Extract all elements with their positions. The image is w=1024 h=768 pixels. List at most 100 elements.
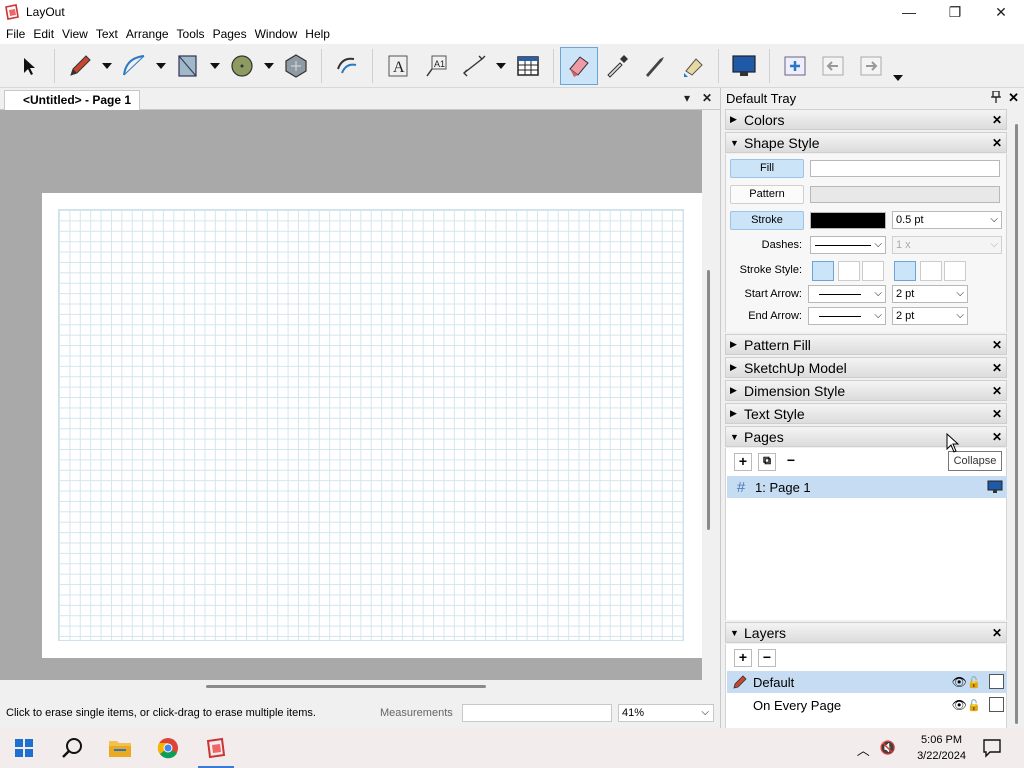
tab-list-dropdown[interactable]: ▾ — [684, 91, 690, 105]
cap-round-button[interactable] — [920, 261, 942, 281]
zoom-select[interactable]: 41% ⌵ — [618, 704, 714, 722]
panel-layers[interactable]: ▼ Layers ✕ — [725, 622, 1007, 643]
menu-tools[interactable]: Tools — [173, 24, 209, 44]
select-tool-button[interactable] — [10, 47, 48, 85]
chrome-button[interactable] — [144, 728, 192, 768]
menu-pages[interactable]: Pages — [209, 24, 251, 44]
panel-dimension-style[interactable]: ▶ Dimension Style ✕ — [725, 380, 1007, 401]
notifications-button[interactable] — [982, 738, 1002, 761]
eraser-tool-button[interactable] — [560, 46, 598, 85]
measurements-input[interactable] — [462, 704, 612, 722]
close-button[interactable]: ✕ — [978, 0, 1024, 24]
close-panel-layers[interactable]: ✕ — [992, 626, 1002, 640]
text-tool-button[interactable]: A — [379, 47, 417, 85]
rectangle-tool-dropdown[interactable] — [207, 47, 223, 85]
add-page-icon-button[interactable]: + — [734, 453, 752, 471]
eyedropper-tool-button[interactable] — [598, 47, 636, 85]
layout-taskbar-button[interactable] — [192, 728, 240, 768]
unlock-icon[interactable]: 🔓 — [967, 676, 981, 689]
stroke-color-swatch[interactable] — [810, 212, 886, 229]
eye-icon[interactable]: 👁 — [952, 675, 967, 689]
layer-list-item[interactable]: Default 👁 🔓 — [727, 671, 1007, 693]
join-bevel-button[interactable] — [862, 261, 884, 281]
drawing-canvas[interactable] — [0, 110, 708, 680]
cap-square-button[interactable] — [944, 261, 966, 281]
join-round-button[interactable] — [838, 261, 860, 281]
delete-page-button[interactable]: − — [782, 453, 800, 471]
panel-pages[interactable]: ▼ Pages ✕ — [725, 426, 1007, 447]
table-tool-button[interactable] — [509, 47, 547, 85]
fill-color-swatch[interactable] — [810, 160, 1000, 177]
tray-scrollbar[interactable] — [1011, 114, 1023, 724]
pattern-toggle-button[interactable]: Pattern — [730, 185, 804, 204]
stroke-width-select[interactable]: 0.5 pt ⌵ — [892, 211, 1002, 229]
layer-list-item[interactable]: On Every Page 👁 🔓 — [727, 694, 1007, 716]
dimension-tool-button[interactable] — [455, 47, 493, 85]
next-page-button[interactable] — [852, 47, 890, 85]
circle-tool-dropdown[interactable] — [261, 47, 277, 85]
panel-sketchup-model[interactable]: ▶ SketchUp Model ✕ — [725, 357, 1007, 378]
dash-scale-select[interactable]: 1 x ⌵ — [892, 236, 1002, 254]
panel-colors[interactable]: ▶ Colors ✕ — [725, 109, 1007, 130]
volume-muted-icon[interactable]: 🔇 — [880, 740, 896, 759]
menu-arrange[interactable]: Arrange — [122, 24, 173, 44]
menu-view[interactable]: View — [58, 24, 92, 44]
close-panel-text-style[interactable]: ✕ — [992, 407, 1002, 421]
canvas-horizontal-scrollbar[interactable] — [0, 680, 708, 694]
stroke-toggle-button[interactable]: Stroke — [730, 211, 804, 230]
clock[interactable]: 5:06 PM 3/22/2024 — [917, 732, 966, 764]
end-arrow-select[interactable]: ⌵ — [808, 307, 886, 325]
toolbar-overflow-dropdown[interactable] — [890, 47, 906, 85]
start-arrow-select[interactable]: ⌵ — [808, 285, 886, 303]
page-paper[interactable] — [42, 193, 708, 658]
menu-help[interactable]: Help — [301, 24, 334, 44]
panel-pattern-fill[interactable]: ▶ Pattern Fill ✕ — [725, 334, 1007, 355]
label-tool-button[interactable]: A1 — [417, 47, 455, 85]
scrollbar-thumb[interactable] — [1015, 124, 1018, 724]
page-icon[interactable] — [989, 674, 1004, 689]
close-panel-pattern-fill[interactable]: ✕ — [992, 338, 1002, 352]
fill-toggle-button[interactable]: Fill — [730, 159, 804, 178]
menu-window[interactable]: Window — [251, 24, 302, 44]
duplicate-page-button[interactable]: ⧉ — [758, 453, 776, 471]
minimize-button[interactable]: — — [886, 0, 932, 24]
start-button[interactable] — [0, 728, 48, 768]
arc-tool-dropdown[interactable] — [153, 47, 169, 85]
cap-flat-button[interactable] — [894, 261, 916, 281]
dashes-select[interactable]: ⌵ — [810, 236, 886, 254]
join-miter-button[interactable] — [812, 261, 834, 281]
dimension-tool-dropdown[interactable] — [493, 47, 509, 85]
presentation-monitor-icon[interactable] — [987, 480, 1003, 494]
page-list-item[interactable]: # 1: Page 1 — [727, 476, 1007, 498]
close-panel-dimension-style[interactable]: ✕ — [992, 384, 1002, 398]
canvas-vertical-scrollbar[interactable] — [702, 110, 716, 680]
close-panel-pages[interactable]: ✕ — [992, 430, 1002, 444]
close-document-button[interactable]: ✕ — [702, 91, 712, 105]
scrollbar-thumb[interactable] — [707, 270, 710, 530]
menu-edit[interactable]: Edit — [29, 24, 58, 44]
add-layer-button[interactable]: + — [734, 649, 752, 667]
shared-pages-icon[interactable] — [989, 697, 1004, 712]
circle-tool-button[interactable] — [223, 47, 261, 85]
search-button[interactable] — [48, 728, 96, 768]
previous-page-button[interactable] — [814, 47, 852, 85]
add-page-button[interactable] — [776, 47, 814, 85]
scrollbar-thumb[interactable] — [206, 685, 486, 688]
menu-file[interactable]: File — [2, 24, 29, 44]
rectangle-tool-button[interactable] — [169, 47, 207, 85]
close-panel-colors[interactable]: ✕ — [992, 113, 1002, 127]
close-panel-sketchup-model[interactable]: ✕ — [992, 361, 1002, 375]
line-tool-dropdown[interactable] — [99, 47, 115, 85]
pin-icon[interactable] — [991, 89, 1001, 106]
offset-tool-button[interactable] — [328, 47, 366, 85]
close-panel-shape-style[interactable]: ✕ — [992, 136, 1002, 150]
panel-text-style[interactable]: ▶ Text Style ✕ — [725, 403, 1007, 424]
presentation-button[interactable] — [725, 47, 763, 85]
polygon-tool-button[interactable] — [277, 47, 315, 85]
eye-icon[interactable]: 👁 — [952, 698, 967, 712]
delete-layer-button[interactable]: − — [758, 649, 776, 667]
unlock-icon[interactable]: 🔓 — [967, 699, 981, 712]
chevron-up-icon[interactable]: ︿ — [857, 740, 870, 759]
end-arrow-size-select[interactable]: 2 pt ⌵ — [892, 307, 968, 325]
split-tool-button[interactable] — [636, 47, 674, 85]
